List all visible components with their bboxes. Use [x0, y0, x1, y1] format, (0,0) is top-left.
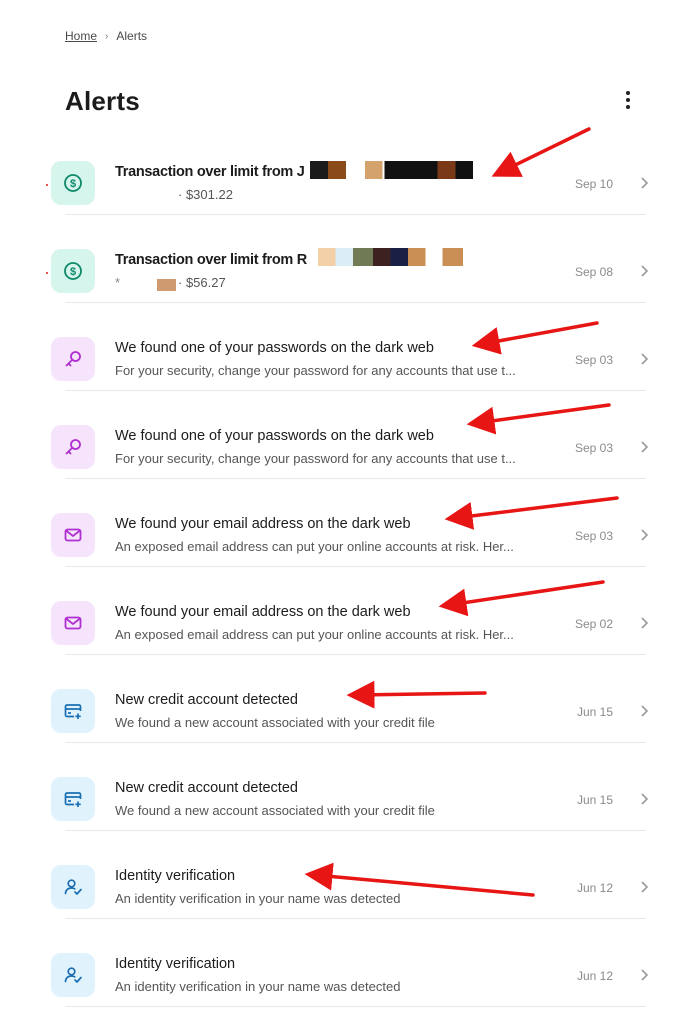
- alert-row-credit-2[interactable]: New credit account detected We found a n…: [0, 743, 699, 831]
- chevron-right-icon: [641, 177, 649, 189]
- alert-date: Jun 15: [576, 705, 613, 719]
- alert-date: Sep 03: [574, 441, 613, 455]
- breadcrumb-current: Alerts: [116, 29, 148, 43]
- svg-text:$: $: [70, 266, 76, 278]
- alert-title: New credit account detected: [115, 692, 298, 708]
- alert-date: Sep 03: [574, 529, 613, 543]
- chevron-right-icon: [641, 529, 649, 541]
- alert-row-transaction-1[interactable]: $ Transaction over limit from J · $301.2…: [0, 127, 699, 215]
- redacted-block: [318, 248, 463, 266]
- alert-date: Sep 02: [574, 617, 613, 631]
- breadcrumb: Home › Alerts: [65, 29, 147, 43]
- alert-title: Identity verification: [115, 868, 236, 884]
- alert-subtitle-prefix: *: [115, 275, 121, 290]
- alert-date: Jun 15: [576, 793, 613, 807]
- alert-row-identity-2[interactable]: Identity verification An identity verifi…: [0, 919, 699, 1007]
- alert-subtitle: We found a new account associated with y…: [115, 715, 435, 730]
- alert-subtitle: An identity verification in your name wa…: [115, 891, 401, 906]
- alert-title: New credit account detected: [115, 780, 298, 796]
- alert-row-password-1[interactable]: We found one of your passwords on the da…: [0, 303, 699, 391]
- unread-dot: [46, 272, 48, 274]
- key-icon: [51, 337, 95, 381]
- redacted-block: [157, 279, 176, 291]
- alert-subtitle: · $301.22: [178, 187, 233, 202]
- dollar-circle-icon: $: [51, 249, 95, 293]
- credit-card-plus-icon: [51, 689, 95, 733]
- breadcrumb-separator: ›: [105, 30, 109, 42]
- credit-card-plus-icon: [51, 777, 95, 821]
- alert-subtitle: We found a new account associated with y…: [115, 803, 435, 818]
- alert-subtitle: An exposed email address can put your on…: [115, 539, 514, 554]
- breadcrumb-home-link[interactable]: Home: [65, 29, 97, 43]
- chevron-right-icon: [641, 617, 649, 629]
- alert-subtitle: An exposed email address can put your on…: [115, 627, 514, 642]
- alert-title: Transaction over limit from R: [115, 252, 307, 268]
- alert-row[interactable]: [0, 43, 699, 131]
- alert-row-password-2[interactable]: We found one of your passwords on the da…: [0, 391, 699, 479]
- alert-date: Sep 10: [574, 177, 613, 191]
- chevron-right-icon: [641, 441, 649, 453]
- alert-title: Transaction over limit from J: [115, 164, 305, 180]
- alert-date: Jun 12: [576, 881, 613, 895]
- alert-date: Jun 12: [576, 969, 613, 983]
- alert-date: Sep 03: [574, 353, 613, 367]
- user-check-icon: [51, 953, 95, 997]
- dollar-circle-icon: $: [51, 161, 95, 205]
- redacted-block: [365, 161, 473, 179]
- alert-row-identity-1[interactable]: Identity verification An identity verifi…: [0, 831, 699, 919]
- mail-icon: [51, 513, 95, 557]
- alert-subtitle: For your security, change your password …: [115, 363, 516, 378]
- alert-date: Sep 08: [574, 265, 613, 279]
- redacted-block: [310, 161, 346, 179]
- alert-row-transaction-2[interactable]: $ Transaction over limit from R * · $56.…: [0, 215, 699, 303]
- alert-row-email-2[interactable]: We found your email address on the dark …: [0, 567, 699, 655]
- alert-row-credit-1[interactable]: New credit account detected We found a n…: [0, 655, 699, 743]
- chevron-right-icon: [641, 881, 649, 893]
- chevron-right-icon: [641, 353, 649, 365]
- chevron-right-icon: [641, 705, 649, 717]
- key-icon: [51, 425, 95, 469]
- unread-dot: [46, 184, 48, 186]
- chevron-right-icon: [641, 793, 649, 805]
- alert-subtitle: For your security, change your password …: [115, 451, 516, 466]
- alert-title: We found one of your passwords on the da…: [115, 340, 434, 356]
- alert-title: We found your email address on the dark …: [115, 604, 411, 620]
- alert-subtitle: · $56.27: [178, 275, 226, 290]
- alert-row-email-1[interactable]: We found your email address on the dark …: [0, 479, 699, 567]
- alert-title: We found your email address on the dark …: [115, 516, 411, 532]
- alert-subtitle: An identity verification in your name wa…: [115, 979, 401, 994]
- user-check-icon: [51, 865, 95, 909]
- mail-icon: [51, 601, 95, 645]
- alert-title: We found one of your passwords on the da…: [115, 428, 434, 444]
- alerts-container: $ Transaction over limit from J · $301.2…: [0, 127, 699, 1007]
- svg-text:$: $: [70, 178, 76, 190]
- chevron-right-icon: [641, 969, 649, 981]
- alert-title: Identity verification: [115, 956, 236, 972]
- chevron-right-icon: [641, 265, 649, 277]
